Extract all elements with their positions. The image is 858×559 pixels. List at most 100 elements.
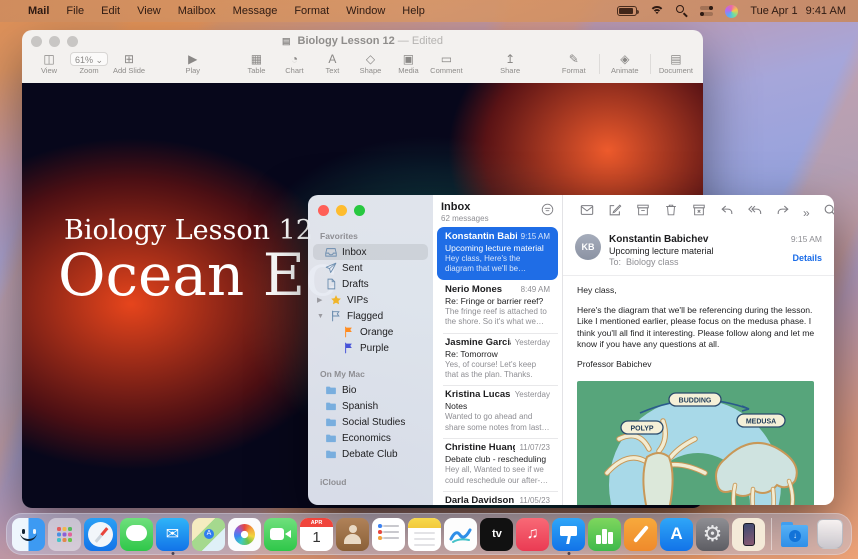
- pages-dock-icon[interactable]: [624, 518, 657, 551]
- delete-button[interactable]: [657, 203, 685, 222]
- sidebar-item-economics[interactable]: Economics: [313, 430, 428, 446]
- reply-button[interactable]: [713, 203, 741, 222]
- view-button[interactable]: ◫View: [32, 52, 66, 75]
- get-mail-button[interactable]: [573, 203, 601, 222]
- zoom-button[interactable]: [354, 205, 365, 216]
- sidebar-item-spanish[interactable]: Spanish: [313, 398, 428, 414]
- numbers-dock-icon[interactable]: [588, 518, 621, 551]
- finder-dock-icon[interactable]: [12, 518, 45, 551]
- zoom-control[interactable]: 61% ⌄Zoom: [70, 52, 108, 75]
- chart-button[interactable]: ◔Chart: [277, 52, 311, 75]
- menu-message[interactable]: Message: [233, 5, 278, 17]
- message-row[interactable]: Konstantin Babichev9:15 AM Upcoming lect…: [437, 227, 558, 280]
- play-button[interactable]: ▶Play: [176, 52, 210, 75]
- animate-button[interactable]: ◈Animate: [608, 52, 642, 75]
- more-toolbar-button[interactable]: »: [797, 207, 816, 219]
- sidebar-section-icloud[interactable]: iCloud: [308, 472, 433, 490]
- menu-file[interactable]: File: [66, 5, 84, 17]
- sidebar-item-bio[interactable]: Bio: [313, 382, 428, 398]
- text-button[interactable]: AText: [315, 52, 349, 75]
- archive-button[interactable]: [629, 203, 657, 222]
- trash-dock-icon[interactable]: [817, 519, 843, 549]
- sidebar-item-social-studies[interactable]: Social Studies: [313, 414, 428, 430]
- minimize-button[interactable]: [336, 205, 347, 216]
- sidebar-item-inbox[interactable]: Inbox: [313, 244, 428, 260]
- spotlight-search-icon[interactable]: [676, 5, 688, 17]
- downloads-dock-icon[interactable]: ↓: [778, 518, 811, 551]
- share-button[interactable]: ↥Share: [493, 52, 527, 75]
- battery-icon[interactable]: [617, 6, 637, 16]
- add-slide-button[interactable]: ⊞Add Slide: [112, 52, 146, 75]
- notes-dock-icon[interactable]: [408, 518, 441, 551]
- settings-dock-icon[interactable]: ⚙: [696, 518, 729, 551]
- launchpad-dock-icon[interactable]: [48, 518, 81, 551]
- facetime-dock-icon[interactable]: [264, 518, 297, 551]
- music-note-icon: ♫: [516, 518, 549, 551]
- menu-app-name[interactable]: Mail: [28, 5, 49, 17]
- photos-dock-icon[interactable]: [228, 518, 261, 551]
- chart-icon: ◔: [291, 52, 298, 66]
- sidebar-item-flag-orange[interactable]: Orange: [313, 324, 428, 340]
- chevron-right-icon[interactable]: ▶: [317, 296, 325, 304]
- music-dock-icon[interactable]: ♫: [516, 518, 549, 551]
- junk-button[interactable]: [685, 203, 713, 222]
- sidebar-section-smart-mailboxes[interactable]: Smart Mailboxes: [308, 498, 433, 505]
- menu-mailbox[interactable]: Mailbox: [178, 5, 216, 17]
- compose-button[interactable]: [601, 203, 629, 222]
- slide-title: Ocean Ec: [58, 241, 338, 309]
- menu-format[interactable]: Format: [294, 5, 329, 17]
- freeform-dock-icon[interactable]: [444, 518, 477, 551]
- keynote-dock-icon[interactable]: [552, 518, 585, 551]
- maps-dock-icon[interactable]: A: [192, 518, 225, 551]
- safari-dock-icon[interactable]: [84, 518, 117, 551]
- search-button[interactable]: [816, 203, 834, 222]
- zoom-value[interactable]: 61% ⌄: [70, 52, 108, 66]
- document-button[interactable]: ▤Document: [659, 52, 693, 75]
- reminders-dock-icon[interactable]: [372, 518, 405, 551]
- sidebar-item-flag-purple[interactable]: Purple: [313, 340, 428, 356]
- menu-window[interactable]: Window: [346, 5, 385, 17]
- siri-icon[interactable]: [725, 5, 738, 18]
- sidebar-item-vips[interactable]: ▶VIPs: [313, 292, 428, 308]
- menu-help[interactable]: Help: [402, 5, 425, 17]
- filter-icon[interactable]: [541, 203, 554, 216]
- message-row[interactable]: Darla Davidson11/05/23 Tomorrow's class …: [437, 491, 558, 505]
- forward-button[interactable]: [769, 203, 797, 222]
- mail-traffic-lights[interactable]: [308, 205, 433, 226]
- view-icon: ◫: [43, 52, 54, 66]
- chevron-down-icon[interactable]: ▼: [317, 313, 325, 320]
- attachment-diagram[interactable]: POLYP BUDDING MEDUSA: [577, 381, 820, 505]
- sidebar-item-debate-club[interactable]: Debate Club: [313, 446, 428, 462]
- format-button[interactable]: ✎Format: [557, 52, 591, 75]
- mail-dock-icon[interactable]: ✉: [156, 518, 189, 551]
- sidebar-item-flagged[interactable]: ▼Flagged: [313, 308, 428, 324]
- calendar-dock-icon[interactable]: APR1: [300, 518, 333, 551]
- shape-button[interactable]: ◇Shape: [353, 52, 387, 75]
- inbox-tray-icon: [325, 246, 337, 258]
- messages-dock-icon[interactable]: [120, 518, 153, 551]
- message-row[interactable]: Jasmine GarciaYesterday Re: Tomorrow Yes…: [437, 333, 558, 386]
- mail-window[interactable]: Favorites Inbox Sent Drafts ▶VIPs ▼Flagg…: [308, 195, 834, 505]
- menu-edit[interactable]: Edit: [101, 5, 120, 17]
- menu-view[interactable]: View: [137, 5, 161, 17]
- table-button[interactable]: ▦Table: [239, 52, 273, 75]
- sidebar-item-sent[interactable]: Sent: [313, 260, 428, 276]
- archive-icon: [636, 203, 650, 217]
- media-button[interactable]: ▣Media: [391, 52, 425, 75]
- trash-icon: [664, 203, 678, 217]
- iphone-mirroring-dock-icon[interactable]: [732, 518, 765, 551]
- wifi-icon[interactable]: [649, 6, 664, 17]
- message-row[interactable]: Kristina LucasYesterday Notes Wanted to …: [437, 385, 558, 438]
- sidebar-item-drafts[interactable]: Drafts: [313, 276, 428, 292]
- contacts-dock-icon[interactable]: [336, 518, 369, 551]
- details-link[interactable]: Details: [791, 253, 822, 263]
- appstore-dock-icon[interactable]: A: [660, 518, 693, 551]
- comment-button[interactable]: ▭Comment: [429, 52, 463, 75]
- control-center-icon[interactable]: [700, 6, 713, 17]
- message-row[interactable]: Christine Huang11/07/23 Debate club - re…: [437, 438, 558, 491]
- appletv-dock-icon[interactable]: tv: [480, 518, 513, 551]
- message-row[interactable]: Nerio Mones8:49 AM Re: Fringe or barrier…: [437, 280, 558, 333]
- close-button[interactable]: [318, 205, 329, 216]
- menu-clock[interactable]: Tue Apr 1 9:41 AM: [750, 5, 846, 17]
- reply-all-button[interactable]: [741, 203, 769, 222]
